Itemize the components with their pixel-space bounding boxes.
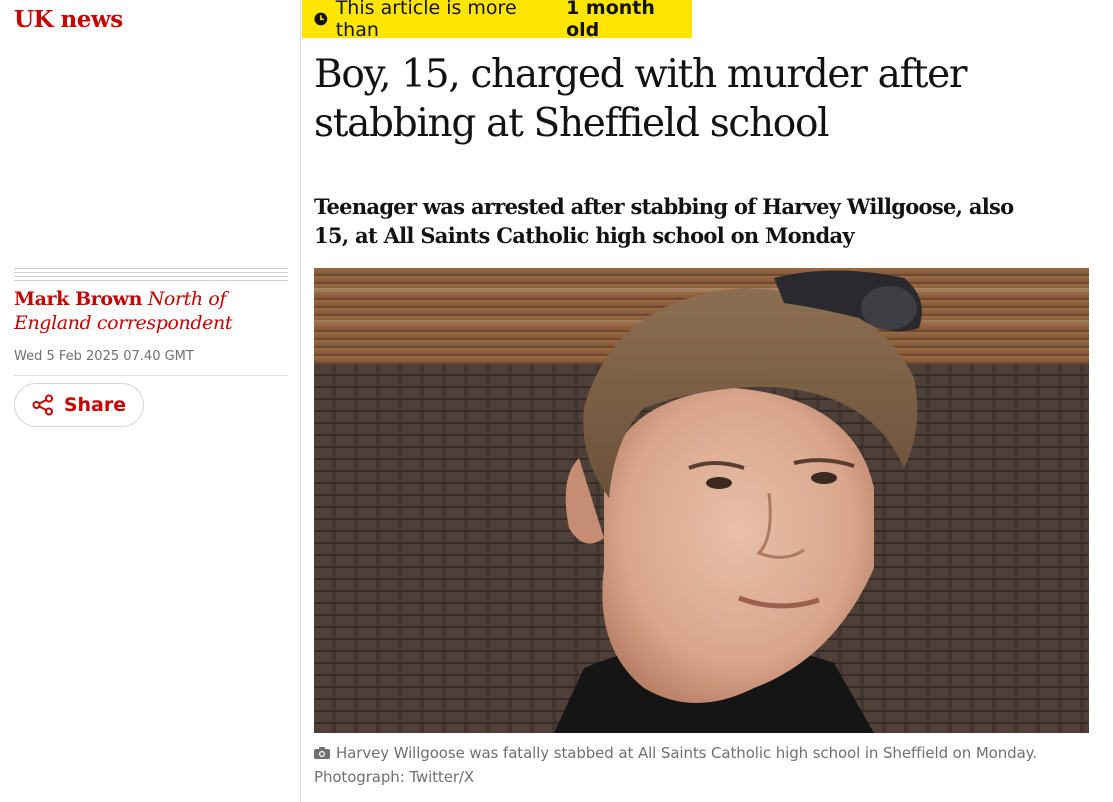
standfirst: Teenager was arrested after stabbing of … xyxy=(314,194,1014,248)
photo-credit: Photograph: Twitter/X xyxy=(314,768,475,786)
article-main: This article is more than 1 month old Bo… xyxy=(302,0,1099,802)
clock-icon xyxy=(314,12,328,26)
byline: Mark Brown North of England corresponden… xyxy=(14,287,288,335)
column-divider xyxy=(300,0,301,802)
camera-icon xyxy=(314,747,330,759)
age-notice-text: This article is more than xyxy=(335,0,517,41)
headline: Boy, 15, charged with murder after stabb… xyxy=(314,52,968,146)
share-label: Share xyxy=(63,394,127,416)
age-notice-emphasis: 1 month old xyxy=(566,0,655,41)
main-photo-image xyxy=(314,268,1089,733)
section-link-uk-news[interactable]: UK news xyxy=(14,6,123,33)
byline-divider xyxy=(14,268,288,282)
caption-text: Harvey Willgoose was fatally stabbed at … xyxy=(336,744,1037,762)
article-age-notice: This article is more than 1 month old xyxy=(302,0,692,41)
meta-divider xyxy=(14,375,288,376)
photo-caption: Harvey Willgoose was fatally stabbed at … xyxy=(314,741,1094,789)
main-photo xyxy=(314,268,1089,733)
publish-date: Wed 5 Feb 2025 07.40 GMT xyxy=(14,349,194,364)
article-meta-column: UK news Mark Brown North of England corr… xyxy=(14,0,288,802)
share-icon xyxy=(32,394,53,416)
author-link[interactable]: Mark Brown xyxy=(14,288,142,310)
share-button[interactable]: Share xyxy=(14,383,144,427)
